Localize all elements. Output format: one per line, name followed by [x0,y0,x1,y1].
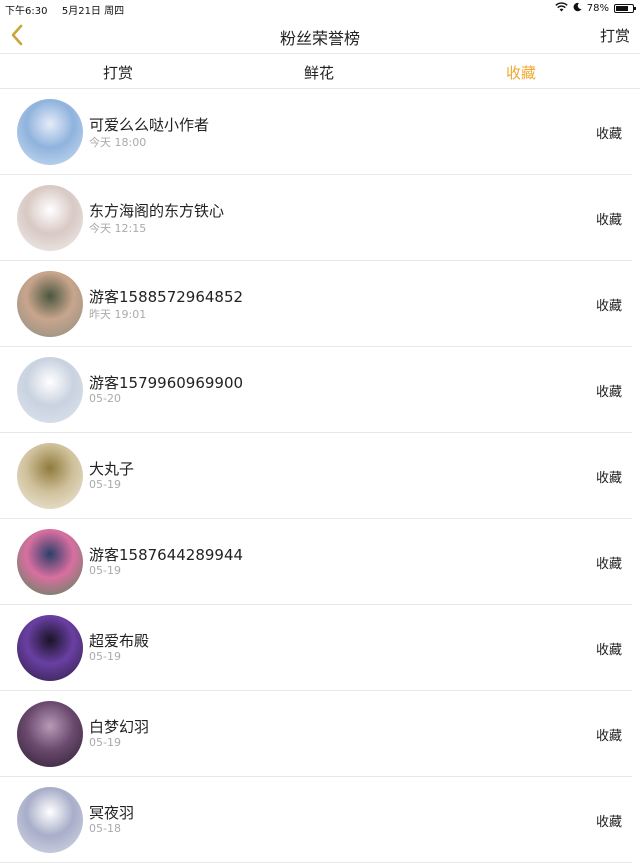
timestamp: 05-19 [89,564,121,577]
timestamp: 05-18 [89,822,121,835]
tab-favorites[interactable]: 收藏 [506,62,536,83]
status-bar: 下午6:30 5月21日 周四 78% [0,0,640,17]
favorite-label: 收藏 [595,643,622,658]
status-indicators: 78% [555,2,636,15]
user-name: 大丸子 [89,460,135,478]
battery-level [616,6,629,11]
avatar[interactable] [17,443,83,509]
avatar[interactable] [17,615,83,681]
battery-icon [614,4,636,13]
user-name: 游客1579960969900 [89,374,244,392]
timestamp: 05-19 [89,650,121,663]
tab-flowers[interactable]: 鲜花 [304,62,334,83]
reward-button[interactable]: 打赏 [600,25,630,46]
avatar[interactable] [17,787,83,853]
list-item[interactable]: 游客1587644289944 05-19 收藏 [0,519,632,605]
timestamp: 05-19 [89,736,121,749]
page-title: 粉丝荣誉榜 [279,29,360,48]
user-name: 白梦幻羽 [89,718,150,736]
favorite-label: 收藏 [595,385,622,400]
user-name: 冥夜羽 [89,804,135,822]
user-name: 东方海阁的东方铁心 [89,202,225,220]
user-name: 超爱布殿 [89,632,150,650]
avatar[interactable] [17,357,83,423]
moon-icon [573,2,582,15]
user-name: 可爱么么哒小作者 [89,116,210,134]
favorite-label: 收藏 [595,127,622,142]
avatar[interactable] [17,271,83,337]
list-item[interactable]: 超爱布殿 05-19 收藏 [0,605,632,691]
favorite-label: 收藏 [595,557,622,572]
user-name: 游客1588572964852 [89,288,244,306]
timestamp: 05-19 [89,478,121,491]
status-time: 下午6:30 [5,6,48,17]
nav-bar: 粉丝荣誉榜 打赏 [0,17,640,53]
avatar[interactable] [17,701,83,767]
timestamp: 今天 18:00 [89,136,147,149]
avatar[interactable] [17,99,83,165]
avatar[interactable] [17,529,83,595]
fan-list: 可爱么么哒小作者 今天 18:00 收藏 东方海阁的东方铁心 今天 12:15 收藏 游客1… [0,89,640,863]
favorite-label: 收藏 [595,213,622,228]
list-item[interactable]: 大丸子 05-19 收藏 [0,433,632,519]
timestamp: 今天 12:15 [89,222,147,235]
user-name: 游客1587644289944 [89,546,244,564]
favorite-label: 收藏 [595,471,622,486]
favorite-label: 收藏 [595,299,622,314]
battery-percent: 78% [586,3,609,14]
status-date: 5月21日 周四 [61,6,125,17]
status-time-date: 下午6:30 5月21日 周四 [5,2,124,17]
list-item[interactable]: 白梦幻羽 05-19 收藏 [0,691,632,777]
list-item[interactable]: 游客1588572964852 昨天 19:01 收藏 [0,261,632,347]
timestamp: 昨天 19:01 [89,308,147,321]
list-item[interactable]: 可爱么么哒小作者今天 18:00 收藏 [0,89,632,175]
tab-bar: 打赏 鲜花 收藏 [0,53,640,89]
favorite-label: 收藏 [595,729,622,744]
list-item[interactable]: 冥夜羽 05-18 收藏 [0,777,632,863]
tab-reward[interactable]: 打赏 [103,62,133,83]
favorite-label: 收藏 [595,815,622,830]
list-item[interactable]: 东方海阁的东方铁心今天 12:15 收藏 [0,175,632,261]
avatar[interactable] [17,185,83,251]
wifi-icon [555,2,568,15]
timestamp: 05-20 [89,392,121,405]
list-item[interactable]: 游客1579960969900 05-20 收藏 [0,347,632,433]
